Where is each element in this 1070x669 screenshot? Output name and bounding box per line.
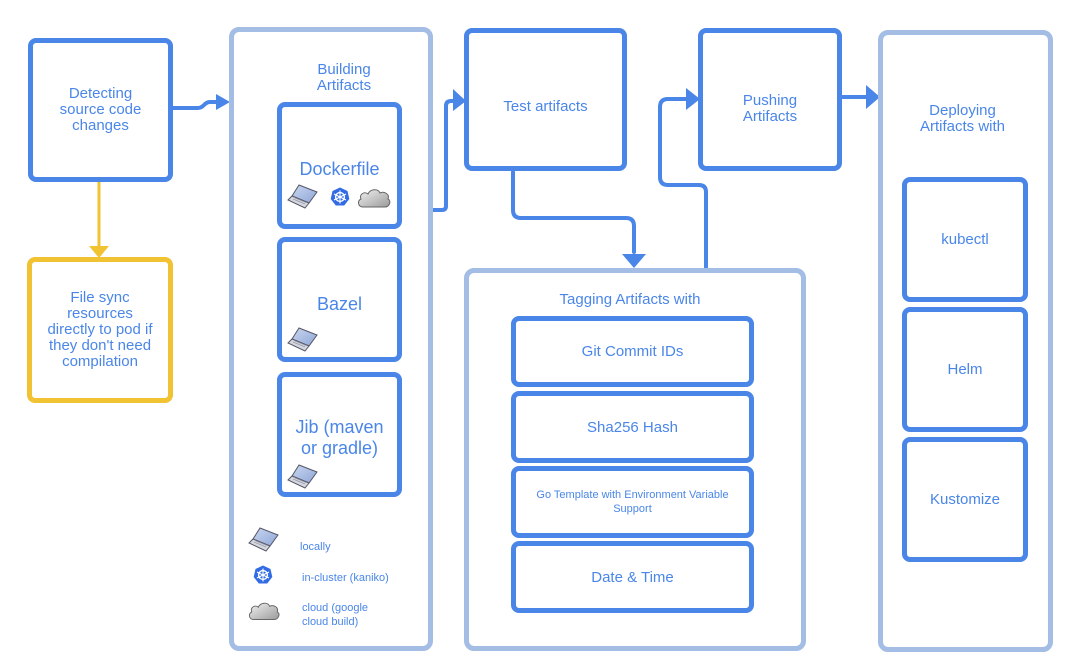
deploy-kustomize-label: Kustomize (929, 491, 1001, 508)
tag-go-template-label: Go Template with Environment Variable Su… (536, 489, 729, 515)
file-sync-node: File sync resources directly to pod if t… (27, 257, 173, 403)
laptop-icon (287, 326, 319, 352)
builder-dockerfile-label: Dockerfile (299, 159, 380, 179)
arrowhead-tag (622, 254, 646, 268)
builder-bazel: Bazel (277, 237, 402, 362)
tag-git-commit: Git Commit IDs (511, 316, 754, 387)
legend-in-cluster-label: in-cluster (kaniko) (302, 572, 389, 584)
kubernetes-icon (253, 565, 273, 585)
tagging-artifacts-title: Tagging Artifacts with (559, 291, 701, 308)
file-sync-label: File sync resources directly to pod if t… (47, 289, 153, 370)
tag-sha256: Sha256 Hash (511, 391, 754, 463)
arrow-detect-to-build (170, 100, 220, 110)
legend-locally-label: locally (300, 541, 331, 553)
arrow-build-to-test (430, 99, 456, 212)
deploy-helm: Helm (902, 307, 1028, 432)
pushing-artifacts-node: Pushing Artifacts (698, 28, 842, 171)
laptop-icon (287, 183, 319, 209)
tag-go-template: Go Template with Environment Variable Su… (511, 466, 754, 538)
legend-cloud-label: cloud (google cloud build) (302, 602, 369, 628)
tag-date-time-label: Date & Time (591, 568, 674, 586)
arrow-test-to-tag (511, 170, 636, 254)
builder-dockerfile: Dockerfile (277, 102, 402, 229)
detect-changes-node: Detecting source code changes (28, 38, 173, 182)
kubernetes-icon (330, 187, 350, 207)
cloud-icon (357, 187, 391, 209)
deploy-kustomize: Kustomize (902, 437, 1028, 562)
test-artifacts-label: Test artifacts (503, 98, 588, 115)
test-artifacts-node: Test artifacts (464, 28, 627, 171)
tag-sha256-label: Sha256 Hash (587, 418, 678, 436)
detect-changes-label: Detecting source code changes (59, 85, 142, 134)
builder-jib-label: Jib (maven or gradle) (295, 417, 384, 458)
laptop-icon (248, 526, 280, 552)
laptop-icon (287, 463, 319, 489)
deploy-kubectl-label: kubectl (941, 231, 989, 248)
tag-date-time: Date & Time (511, 541, 754, 613)
pushing-artifacts-label: Pushing Artifacts (742, 92, 798, 125)
building-artifacts-title: Building Artifacts (316, 61, 372, 94)
arrowhead-build (216, 94, 230, 110)
deploying-artifacts-title: Deploying Artifacts with (919, 102, 1006, 135)
deploy-helm-label: Helm (947, 361, 983, 378)
cloud-icon (248, 600, 280, 622)
builder-bazel-label: Bazel (316, 294, 363, 314)
builder-jib: Jib (maven or gradle) (277, 372, 402, 497)
deploy-kubectl: kubectl (902, 177, 1028, 302)
tag-git-commit-label: Git Commit IDs (581, 343, 684, 360)
